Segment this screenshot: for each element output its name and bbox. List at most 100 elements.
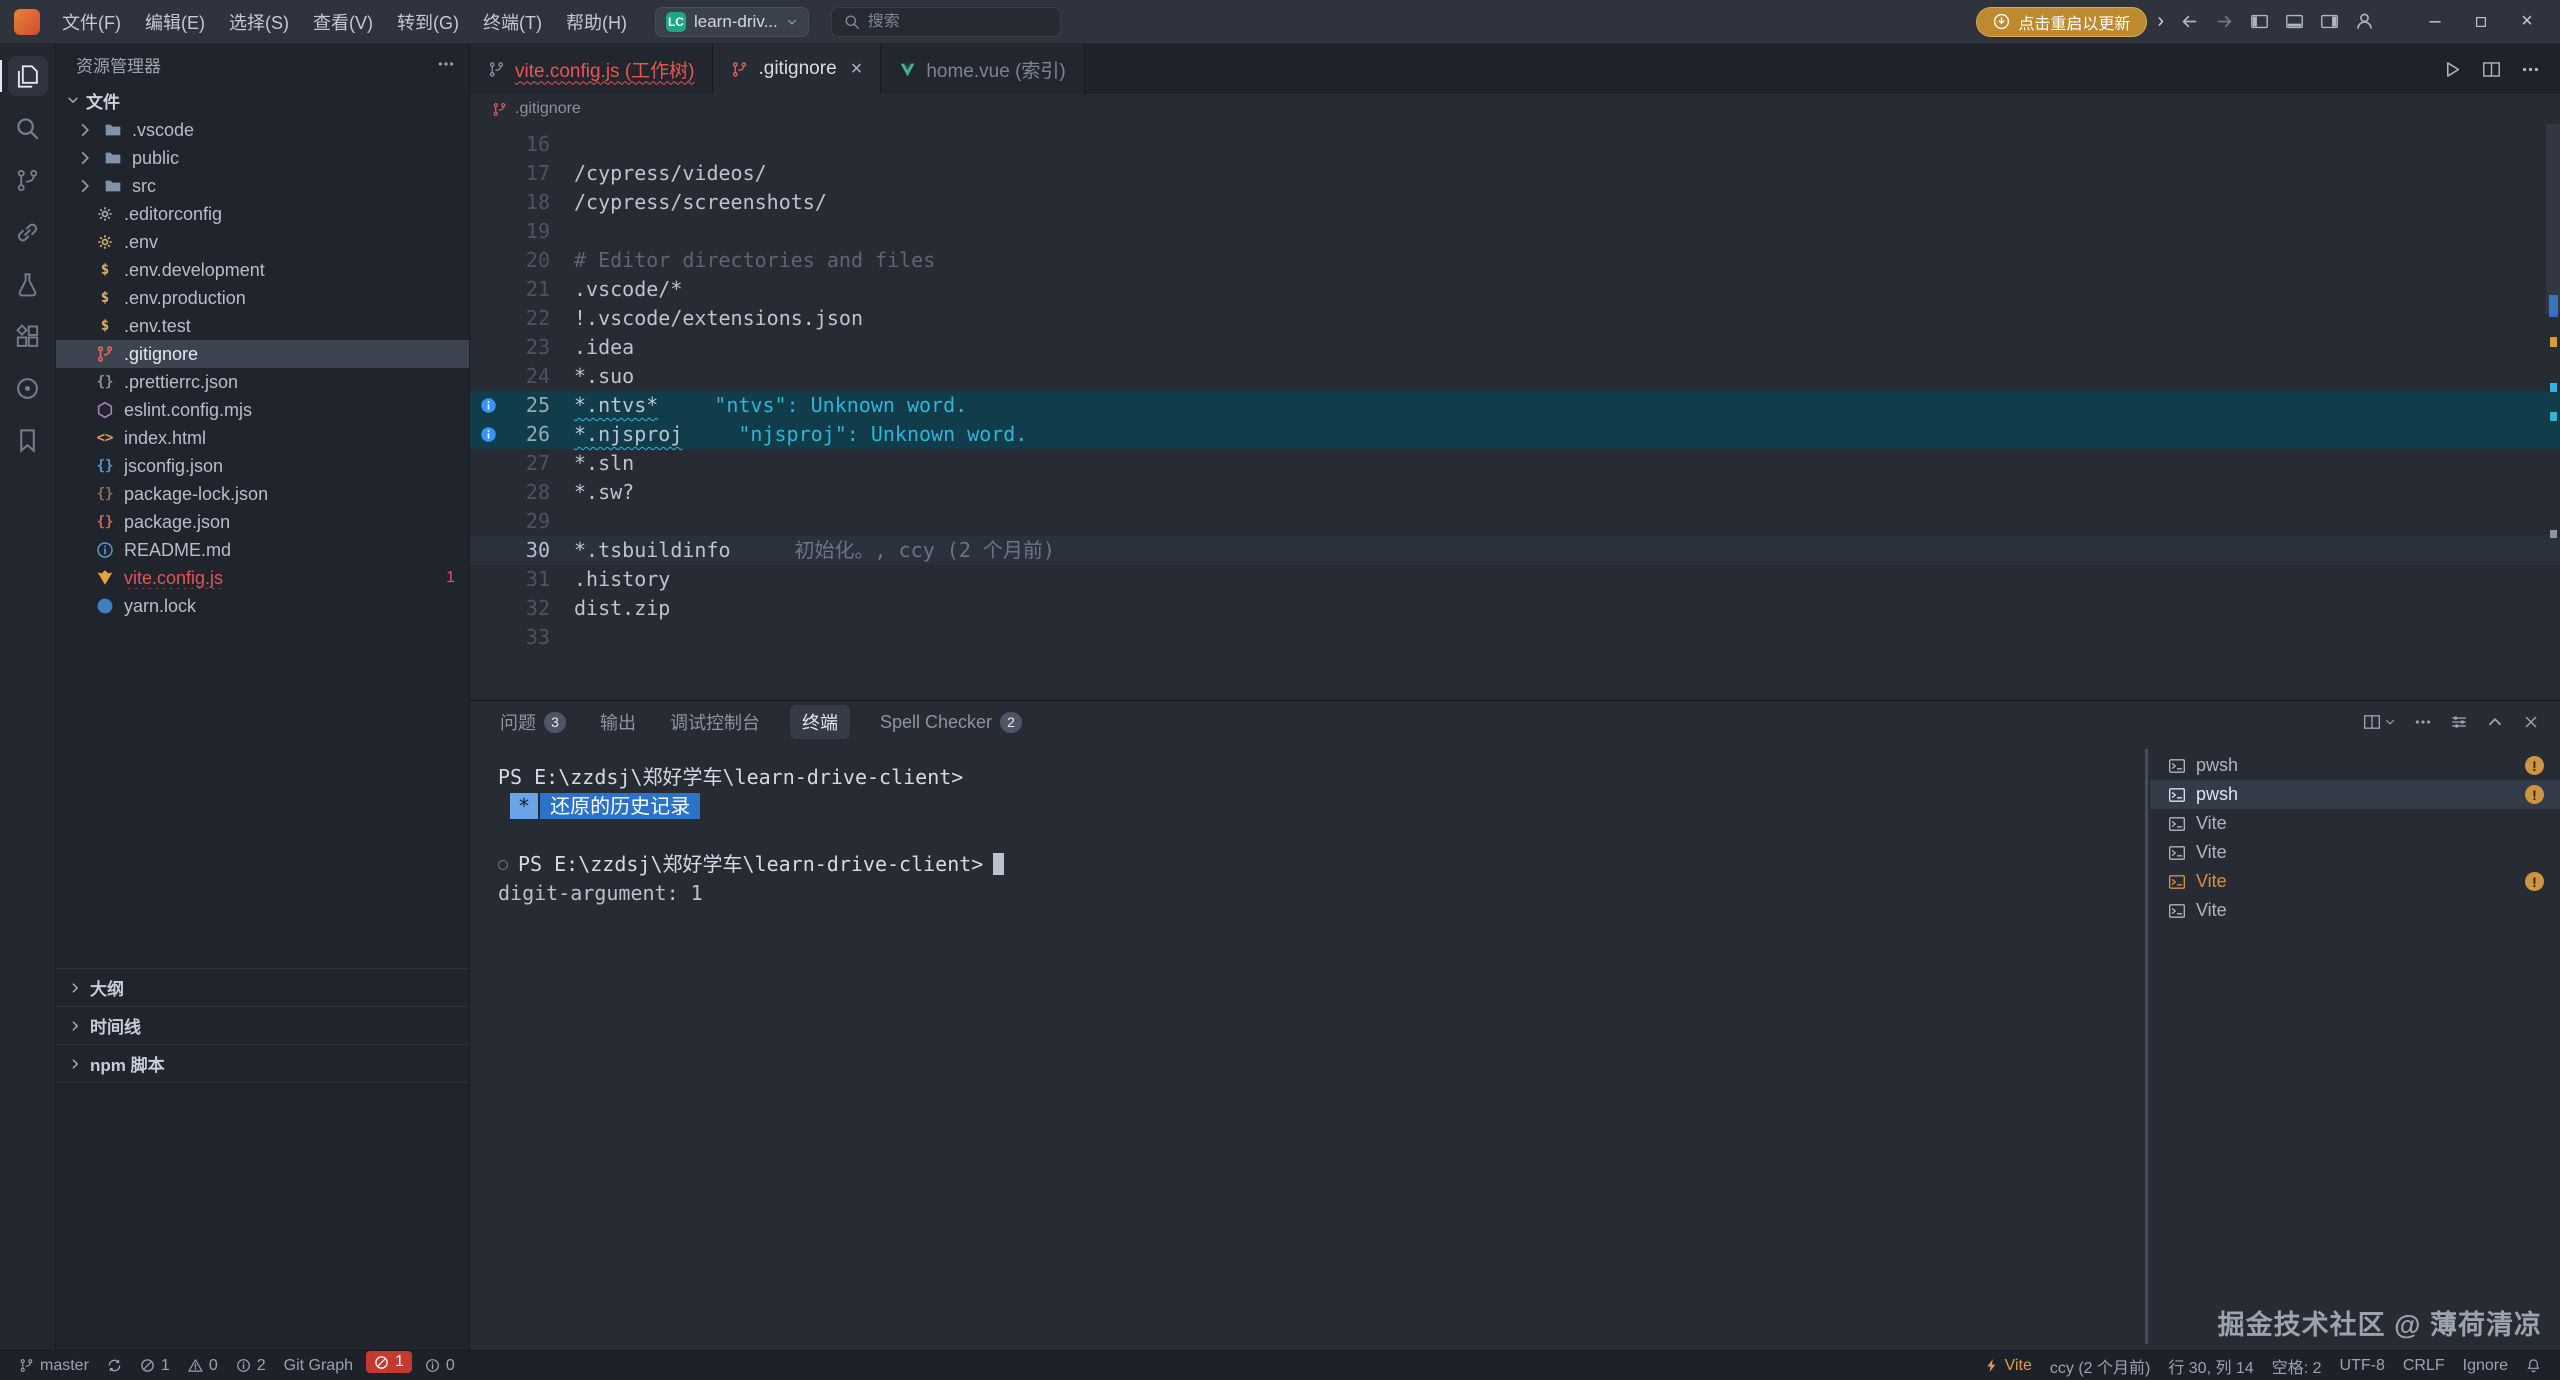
maximize-button[interactable] <box>2458 0 2504 44</box>
code-line[interactable]: 18/cypress/screenshots/ <box>470 188 2560 217</box>
line-number[interactable]: 31 <box>506 565 574 594</box>
code-line[interactable]: 28*.sw? <box>470 478 2560 507</box>
file-item[interactable]: $.env.test <box>56 312 469 340</box>
activity-search[interactable] <box>0 102 56 154</box>
update-button[interactable]: 点击重启以更新 <box>1976 7 2147 37</box>
file-item[interactable]: yarn.lock <box>56 592 469 620</box>
terminal-instance[interactable]: Vite <box>2150 838 2560 867</box>
forward-button[interactable] <box>2215 12 2234 31</box>
activity-extensions[interactable] <box>0 310 56 362</box>
files-section-header[interactable]: 文件 <box>56 84 469 116</box>
code-line[interactable]: 32dist.zip <box>470 594 2560 623</box>
file-item[interactable]: {}.prettierrc.json <box>56 368 469 396</box>
statusbar-item[interactable]: ccy (2 个月前) <box>2041 1351 2159 1380</box>
breadcrumb[interactable]: .gitignore <box>470 94 2560 124</box>
activity-remote[interactable] <box>0 206 56 258</box>
line-number[interactable]: 30 <box>506 536 574 565</box>
code-line[interactable]: 27*.sln <box>470 449 2560 478</box>
project-selector[interactable]: LC learn-driv... <box>655 7 809 37</box>
terminal-instance[interactable]: pwsh! <box>2150 780 2560 809</box>
file-item[interactable]: {}jsconfig.json <box>56 452 469 480</box>
code-line[interactable]: 33 <box>470 623 2560 652</box>
activity-bookmarks[interactable] <box>0 414 56 466</box>
line-number[interactable]: 33 <box>506 623 574 652</box>
more-actions-icon[interactable] <box>437 55 455 73</box>
code-line[interactable]: 21.vscode/* <box>470 275 2560 304</box>
code-line[interactable]: 29 <box>470 507 2560 536</box>
statusbar-item[interactable]: 1 <box>366 1351 412 1373</box>
menu-item[interactable]: 查看(V) <box>301 4 385 40</box>
activity-chat[interactable] <box>0 362 56 414</box>
code-line[interactable]: 20# Editor directories and files <box>470 246 2560 275</box>
line-number[interactable]: 19 <box>506 217 574 246</box>
chevron-right-icon[interactable]: › <box>2157 10 2164 33</box>
menu-item[interactable]: 文件(F) <box>50 4 133 40</box>
statusbar-item[interactable]: master <box>10 1351 98 1380</box>
activity-explorer[interactable] <box>0 50 56 102</box>
split-editor-icon[interactable] <box>2482 60 2501 79</box>
file-item[interactable]: .env <box>56 228 469 256</box>
menu-item[interactable]: 终端(T) <box>471 4 554 40</box>
line-number[interactable]: 22 <box>506 304 574 333</box>
toggle-sidebar-icon[interactable] <box>2250 12 2269 31</box>
code-line[interactable]: 24*.suo <box>470 362 2560 391</box>
code-editor[interactable]: 1617/cypress/videos/18/cypress/screensho… <box>470 124 2560 700</box>
menu-item[interactable]: 帮助(H) <box>554 4 639 40</box>
file-item[interactable]: $.env.development <box>56 256 469 284</box>
file-item[interactable]: {}package.json <box>56 508 469 536</box>
editor-overview-ruler[interactable] <box>2546 124 2560 700</box>
line-number[interactable]: 32 <box>506 594 574 623</box>
line-number[interactable]: 25 <box>506 391 574 420</box>
sidebar-section[interactable]: 大纲 <box>56 968 469 1006</box>
statusbar-item[interactable] <box>2517 1351 2550 1380</box>
file-item[interactable]: src <box>56 172 469 200</box>
close-panel-icon[interactable] <box>2522 713 2540 731</box>
search-input[interactable] <box>868 13 1028 31</box>
file-item[interactable]: .vscode <box>56 116 469 144</box>
statusbar-item[interactable]: 2 <box>227 1351 275 1380</box>
line-number[interactable]: 20 <box>506 246 574 275</box>
editor-tab[interactable]: vite.config.js (工作树) <box>470 44 713 94</box>
close-button[interactable]: × <box>2504 0 2550 44</box>
panel-filter-icon[interactable] <box>2450 713 2468 731</box>
line-number[interactable]: 29 <box>506 507 574 536</box>
statusbar-item[interactable]: 行 30, 列 14 <box>2159 1351 2262 1380</box>
statusbar-item[interactable] <box>98 1351 131 1380</box>
line-number[interactable]: 18 <box>506 188 574 217</box>
line-number[interactable]: 27 <box>506 449 574 478</box>
code-line[interactable]: 25*.ntvs*"ntvs": Unknown word. <box>470 391 2560 420</box>
panel-tab[interactable]: 问题3 <box>496 705 570 739</box>
sidebar-section[interactable]: 时间线 <box>56 1006 469 1044</box>
editor-tab[interactable]: home.vue (索引) <box>881 44 1084 94</box>
statusbar-item[interactable]: 空格: 2 <box>2263 1351 2331 1380</box>
file-item[interactable]: README.md <box>56 536 469 564</box>
editor-tab[interactable]: .gitignore× <box>713 44 881 94</box>
statusbar-item[interactable]: CRLF <box>2394 1351 2454 1380</box>
file-item[interactable]: .gitignore <box>56 340 469 368</box>
file-item[interactable]: .editorconfig <box>56 200 469 228</box>
activity-testing[interactable] <box>0 258 56 310</box>
code-line[interactable]: 19 <box>470 217 2560 246</box>
command-decoration-icon[interactable] <box>498 860 508 870</box>
toggle-secondary-sidebar-icon[interactable] <box>2320 12 2339 31</box>
file-item[interactable]: eslint.config.mjs <box>56 396 469 424</box>
line-number[interactable]: 17 <box>506 159 574 188</box>
menu-item[interactable]: 选择(S) <box>217 4 301 40</box>
code-line[interactable]: 22!.vscode/extensions.json <box>470 304 2560 333</box>
panel-tab[interactable]: 调试控制台 <box>666 705 764 739</box>
more-actions-icon[interactable] <box>2414 713 2432 731</box>
statusbar-item[interactable]: Git Graph <box>275 1351 362 1380</box>
file-item[interactable]: vite.config.js1 <box>56 564 469 592</box>
toggle-panel-icon[interactable] <box>2285 12 2304 31</box>
menu-item[interactable]: 转到(G) <box>385 4 471 40</box>
file-item[interactable]: $.env.production <box>56 284 469 312</box>
panel-scrollbar[interactable] <box>2142 743 2150 1350</box>
code-line[interactable]: 26*.njsproj"njsproj": Unknown word. <box>470 420 2560 449</box>
line-number[interactable]: 23 <box>506 333 574 362</box>
code-line[interactable]: 31.history <box>470 565 2560 594</box>
line-number[interactable]: 26 <box>506 420 574 449</box>
statusbar-item[interactable]: UTF-8 <box>2331 1351 2394 1380</box>
menu-item[interactable]: 编辑(E) <box>133 4 217 40</box>
scrollbar-track[interactable] <box>2546 124 2560 314</box>
code-line[interactable]: 23.idea <box>470 333 2560 362</box>
